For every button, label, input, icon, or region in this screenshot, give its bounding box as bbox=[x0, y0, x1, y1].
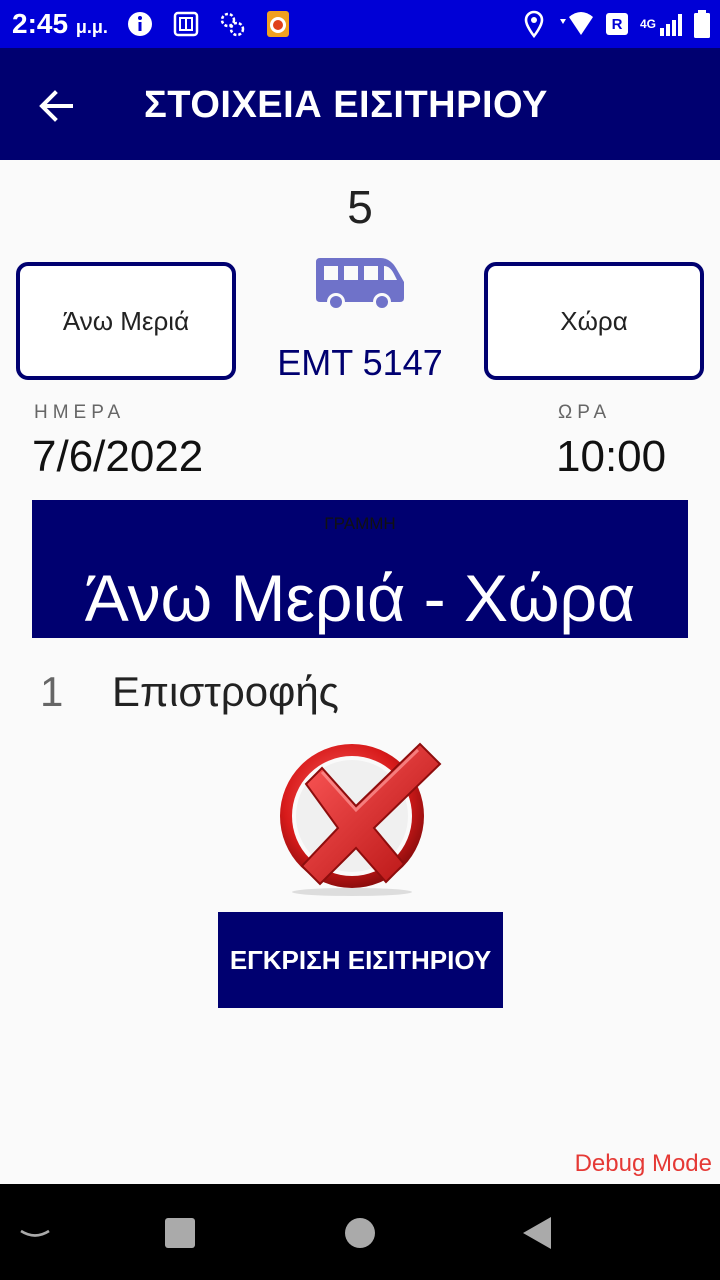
line-value: Άνω Μεριά - Χώρα bbox=[84, 561, 636, 635]
time-value: 10:00 bbox=[556, 432, 667, 481]
approve-ticket-button[interactable]: ΕΓΚΡΙΣΗ ΕΙΣΙΤΗΡΙΟΥ bbox=[218, 912, 503, 1008]
recents-square-icon bbox=[165, 1218, 195, 1248]
to-stop-box[interactable]: Χώρα bbox=[484, 262, 704, 380]
red-x-icon bbox=[280, 742, 442, 896]
app-notification-icon bbox=[267, 11, 289, 37]
network-type: 4G bbox=[639, 17, 656, 31]
bus-icon bbox=[316, 258, 404, 311]
debug-mode-label: Debug Mode bbox=[574, 1150, 712, 1177]
signal-strength-icon: 4G bbox=[640, 12, 682, 36]
location-icon bbox=[524, 10, 544, 38]
back-button[interactable] bbox=[28, 78, 84, 134]
ticket-count: 1 bbox=[40, 668, 64, 715]
info-icon bbox=[128, 12, 152, 36]
status-time-period: μ.μ. bbox=[75, 17, 108, 37]
chevron-down-icon bbox=[20, 1229, 50, 1237]
back-triangle-icon bbox=[523, 1217, 551, 1249]
page-title: ΣΤΟΙΧΕΙΑ ΕΙΣΙΤΗΡΙΟΥ bbox=[144, 84, 548, 126]
ticket-type: Επιστροφής bbox=[112, 668, 339, 715]
back-nav-button[interactable] bbox=[512, 1208, 562, 1258]
recents-button[interactable] bbox=[155, 1208, 205, 1258]
status-time-value: 2:45 bbox=[12, 8, 69, 39]
arrow-back-icon bbox=[39, 90, 73, 122]
time-label: ΩΡΑ bbox=[558, 402, 612, 423]
app-bar: ΣΤΟΙΧΕΙΑ ΕΙΣΙΤΗΡΙΟΥ bbox=[0, 48, 720, 160]
navigation-bar bbox=[0, 1184, 720, 1280]
battery-icon bbox=[694, 10, 710, 38]
settings-gears-icon bbox=[220, 12, 245, 37]
vehicle-plate: EMT 5147 bbox=[277, 342, 443, 383]
day-value: 7/6/2022 bbox=[32, 432, 204, 481]
from-stop-box[interactable]: Άνω Μεριά bbox=[16, 262, 236, 380]
sim-card-icon bbox=[173, 11, 199, 37]
keyboard-hide-button[interactable] bbox=[10, 1208, 60, 1258]
status-bar: 2:45 μ.μ. R 4G bbox=[0, 0, 720, 48]
line-panel: ΓΡΑΜΜΗ Άνω Μεριά - Χώρα bbox=[32, 500, 688, 638]
line-label: ΓΡΑΜΜΗ bbox=[324, 514, 396, 533]
wifi-icon bbox=[559, 12, 593, 35]
day-label: ΗΜΕΡΑ bbox=[34, 402, 126, 423]
status-time: 2:45 μ.μ. bbox=[12, 8, 108, 40]
home-button[interactable] bbox=[335, 1208, 385, 1258]
roaming-badge: R bbox=[605, 13, 628, 35]
from-stop-label: Άνω Μεριά bbox=[62, 305, 190, 336]
to-stop-label: Χώρα bbox=[560, 305, 628, 336]
home-circle-icon bbox=[345, 1218, 375, 1248]
seat-number: 5 bbox=[347, 181, 373, 233]
